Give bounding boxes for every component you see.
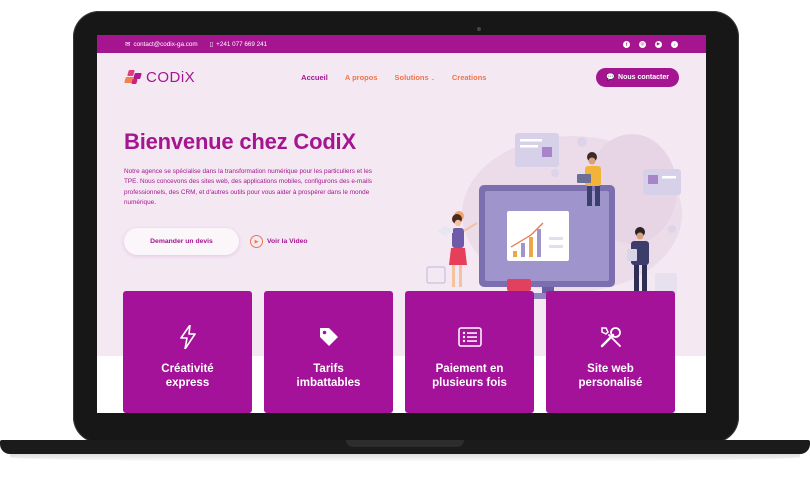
tiktok-icon[interactable]: ♪ xyxy=(671,40,678,48)
topbar-phone[interactable]: ▯ +241 077 669 241 xyxy=(209,40,268,49)
feature-label: Paiement en plusieurs fois xyxy=(432,363,507,389)
website-screen: ✉ contact@codix-ga.com ▯ +241 077 669 24… xyxy=(97,35,706,413)
nav-menu: Accueil A propos Solutions ⌄ Creations xyxy=(301,73,486,82)
logo-mark-icon xyxy=(124,69,143,86)
chat-icon: 💬 xyxy=(606,74,616,81)
webcam xyxy=(477,27,481,31)
feature-card-paiement[interactable]: Paiement en plusieurs fois xyxy=(405,291,534,413)
play-icon: ▶ xyxy=(250,235,263,248)
hero-title: Bienvenue chez CodiX xyxy=(124,129,356,154)
lightning-icon xyxy=(179,323,196,351)
hero-description: Notre agence se spécialise dans la trans… xyxy=(124,168,372,206)
social-links: f ◎ ▶ ♪ xyxy=(623,40,678,48)
price-tag-icon xyxy=(318,323,340,351)
facebook-icon[interactable]: f xyxy=(623,40,630,48)
feature-card-tarifs[interactable]: Tarifs imbattables xyxy=(264,291,393,413)
phone-text: +241 077 669 241 xyxy=(216,40,268,48)
video-link-label: Voir la Video xyxy=(267,238,308,245)
nav-item-solutions[interactable]: Solutions ⌄ xyxy=(395,73,435,82)
youtube-icon[interactable]: ▶ xyxy=(655,40,662,48)
main-nav: CODiX Accueil A propos Solutions ⌄ Creati… xyxy=(97,53,706,101)
tools-icon xyxy=(599,323,623,351)
contact-button[interactable]: 💬 Nous contacter xyxy=(596,67,679,87)
contact-button-label: Nous contacter xyxy=(618,73,669,81)
topbar-email[interactable]: ✉ contact@codix-ga.com xyxy=(125,40,198,49)
logo[interactable]: CODiX xyxy=(124,69,195,86)
feature-label: Site web personalisé xyxy=(578,363,643,389)
email-text: contact@codix-ga.com xyxy=(133,40,198,48)
hero-illustration xyxy=(426,133,682,299)
phone-icon: ▯ xyxy=(209,41,214,48)
laptop-notch xyxy=(346,440,464,447)
laptop-mockup: ✉ contact@codix-ga.com ▯ +241 077 669 24… xyxy=(0,0,810,482)
nav-item-creations[interactable]: Creations xyxy=(452,73,487,82)
chevron-down-icon: ⌄ xyxy=(430,75,435,82)
list-icon xyxy=(457,323,482,351)
nav-item-accueil[interactable]: Accueil xyxy=(301,73,328,82)
nav-item-solutions-label: Solutions xyxy=(394,72,429,82)
video-link[interactable]: ▶ Voir la Video xyxy=(250,235,308,248)
mail-icon: ✉ xyxy=(125,41,131,48)
feature-card-creativite[interactable]: Créativité express xyxy=(123,291,252,413)
nav-item-a-propos[interactable]: A propos xyxy=(345,73,378,82)
feature-label: Créativité express xyxy=(161,363,214,389)
feature-label: Tarifs imbattables xyxy=(296,363,361,389)
quote-button[interactable]: Demander un devis xyxy=(124,228,239,255)
instagram-icon[interactable]: ◎ xyxy=(639,40,646,48)
feature-cards: Créativité express Tarifs imbattables Pa… xyxy=(123,291,675,413)
contact-topbar: ✉ contact@codix-ga.com ▯ +241 077 669 24… xyxy=(97,35,706,53)
feature-card-site-web[interactable]: Site web personalisé xyxy=(546,291,675,413)
logo-text: CODiX xyxy=(146,68,196,86)
